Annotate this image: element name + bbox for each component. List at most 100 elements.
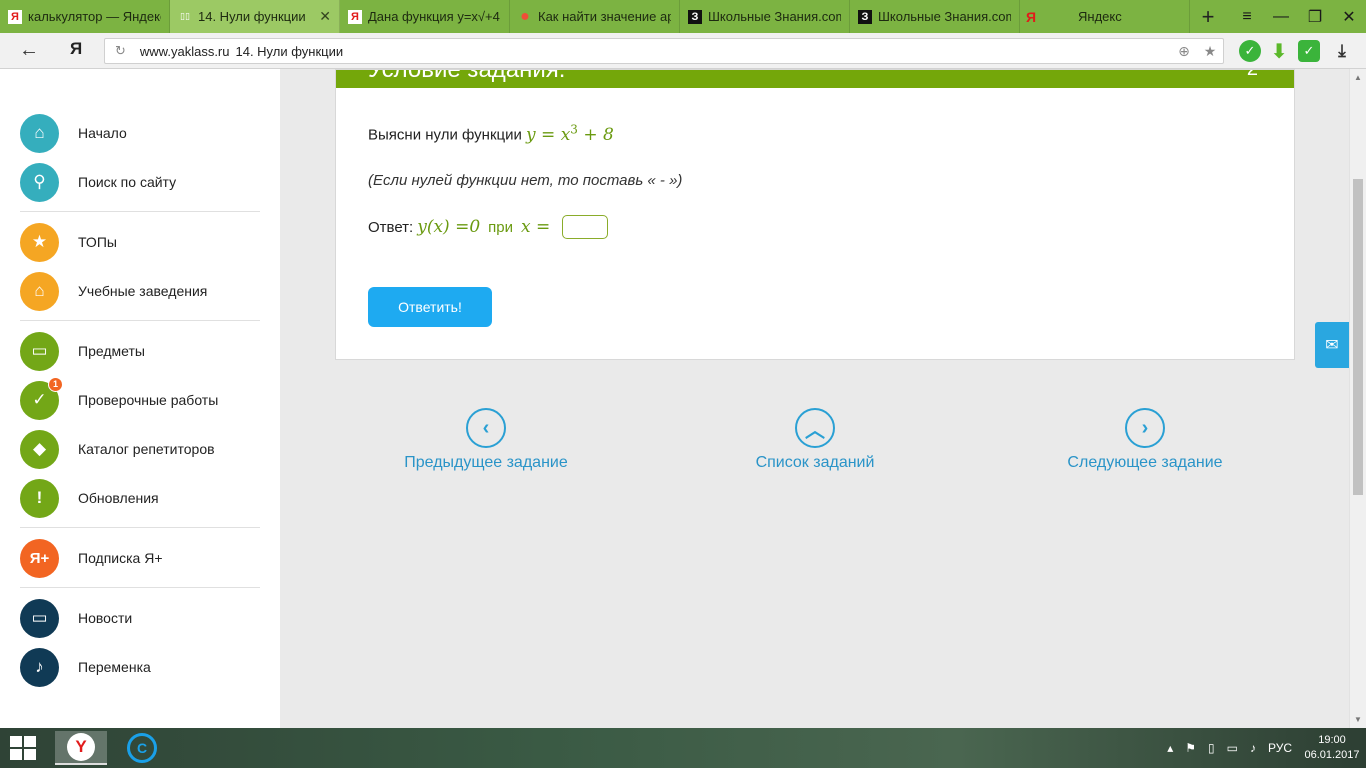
sidebar-item-news[interactable]: ▭ Новости — [20, 598, 132, 638]
tab-yandex[interactable]: Я Яндекс — [1020, 0, 1190, 33]
tab-kak-naiti[interactable]: ● Как найти значение ар — [510, 0, 680, 33]
sidebar-item-label: Учебные заведения — [78, 283, 208, 299]
flag-icon[interactable]: ⚑ — [1185, 741, 1196, 755]
scrollbar-thumb[interactable] — [1353, 179, 1363, 495]
prev-task-label: Предыдущее задание — [404, 454, 568, 471]
downloads-icon[interactable]: ⤓ — [1331, 40, 1353, 62]
answer-x: x = — [521, 217, 551, 237]
answer-input[interactable] — [562, 215, 609, 239]
sidebar-item-updates[interactable]: ! Обновления — [20, 478, 159, 518]
sidebar-item-label: Новости — [78, 610, 133, 626]
address-input[interactable]: ↻ www.yaklass.ru 14. Нули функции ⊕ ★ — [104, 38, 1224, 64]
tab-dana-funkcia[interactable]: Я Дана функция y=x√+4 — [340, 0, 510, 33]
page-content: ⌂ Начало ⚲ Поиск по сайту ★ ТОПы ⌂ Учебн… — [0, 69, 1366, 728]
znania-favicon-icon: З — [688, 9, 702, 24]
new-tab-button[interactable]: + — [1195, 0, 1221, 33]
yandex-browser-taskbar-app[interactable]: Y — [55, 731, 107, 765]
task-points: 2 — [1247, 70, 1258, 81]
bookmark-star-icon[interactable]: ★ — [1197, 43, 1223, 60]
tray-expand-icon[interactable]: ▴ — [1167, 741, 1173, 755]
sidebar-item-home[interactable]: ⌂ Начало — [20, 113, 127, 153]
yandex-logo[interactable]: Я — [70, 39, 82, 59]
close-window-icon[interactable]: ✕ — [1332, 7, 1366, 27]
answer-label: Ответ: — [368, 218, 414, 236]
submit-button[interactable]: Ответить! — [368, 287, 492, 327]
next-task-label: Следующее задание — [1067, 454, 1223, 471]
sidebar: ⌂ Начало ⚲ Поиск по сайту ★ ТОПы ⌂ Учебн… — [0, 69, 280, 728]
address-bar-row: ← Я ↻ www.yaklass.ru 14. Нули функции ⊕ … — [0, 33, 1366, 69]
chevron-right-icon: › — [1125, 408, 1165, 448]
url-page-title: 14. Нули функции — [235, 43, 344, 59]
sidebar-item-break[interactable]: ♪ Переменка — [20, 647, 151, 687]
tab-title: Школьные Знания.com — [708, 9, 841, 24]
scroll-up-icon[interactable]: ▲ — [1354, 73, 1362, 82]
language-indicator[interactable]: РУС — [1268, 741, 1292, 755]
book-icon: ▭ — [20, 331, 59, 371]
sidebar-item-tutors[interactable]: ◆ Каталог репетиторов — [20, 429, 215, 469]
bell-icon: ♪ — [20, 647, 59, 687]
ccleaner-taskbar-app[interactable]: C — [116, 731, 168, 765]
sidebar-item-label: ТОПы — [78, 234, 117, 250]
tab-title: 14. Нули функции — [198, 9, 306, 24]
sidebar-item-schools[interactable]: ⌂ Учебные заведения — [20, 271, 207, 311]
back-arrow-icon[interactable]: ← — [18, 39, 40, 61]
network-icon[interactable]: ▭ — [1227, 741, 1238, 755]
device-icon[interactable]: ▯ — [1208, 741, 1215, 755]
system-tray: ▴ ⚑ ▯ ▭ ♪ РУС 19:00 06.01.2017 — [1161, 728, 1366, 768]
tab-title: Школьные Знания.com — [878, 9, 1011, 24]
sidebar-item-tests[interactable]: ✓ 1 Проверочные работы — [20, 376, 218, 420]
yandex-browser-icon: Y — [67, 733, 95, 761]
scrollbar[interactable]: ▲ ▼ — [1349, 69, 1366, 728]
sidebar-item-subscription[interactable]: Я+ Подписка Я+ — [20, 538, 163, 578]
download-green-icon[interactable]: ⬇ — [1268, 40, 1290, 63]
tab-nuli-funkcii[interactable]: ▯▯ 14. Нули функции ✕ — [170, 0, 340, 33]
sidebar-divider — [20, 320, 260, 321]
sidebar-item-subjects[interactable]: ▭ Предметы — [20, 331, 145, 371]
sidebar-item-label: Подписка Я+ — [78, 550, 163, 566]
check-extension-icon[interactable]: ✓ — [1239, 40, 1261, 62]
scroll-down-icon[interactable]: ▼ — [1354, 715, 1362, 724]
chevron-up-icon: ︿ — [795, 408, 835, 448]
tab-calculator[interactable]: Я калькулятор — Яндекс — [0, 0, 170, 33]
yandex-favicon-icon: Я — [1025, 8, 1037, 25]
sidebar-item-label: Начало — [78, 125, 127, 141]
answer-row: Ответ: y(x) =0 при x = — [368, 215, 609, 239]
notification-badge: 1 — [48, 376, 63, 392]
tab-bar: Я калькулятор — Яндекс ▯▯ 14. Нули функц… — [0, 0, 1366, 33]
building-icon: ⌂ — [20, 271, 59, 311]
sidebar-divider — [20, 527, 260, 528]
yandex-favicon-icon: Я — [348, 9, 362, 24]
close-tab-icon[interactable]: ✕ — [319, 8, 331, 25]
task-header: Условие задания: 2 — [336, 70, 1294, 88]
menu-icon[interactable]: ≡ — [1230, 8, 1264, 26]
task-list-label: Список заданий — [755, 454, 875, 471]
shield-extension-icon[interactable]: ✓ — [1298, 40, 1320, 62]
clock[interactable]: 19:00 06.01.2017 — [1298, 733, 1366, 763]
question: Выясни нули функции y = x3 + 8 — [368, 122, 614, 145]
restore-icon[interactable]: ❐ — [1298, 7, 1332, 27]
sidebar-item-label: Каталог репетиторов — [78, 441, 215, 457]
ya-plus-icon: Я+ — [20, 538, 59, 578]
taskbar: Y C ▴ ⚑ ▯ ▭ ♪ РУС 19:00 06.01.2017 — [0, 728, 1366, 768]
sidebar-item-tops[interactable]: ★ ТОПы — [20, 222, 117, 262]
function-formula: y = x3 + 8 — [526, 122, 614, 145]
search-icon: ⚲ — [20, 162, 59, 202]
volume-icon[interactable]: ♪ — [1250, 741, 1256, 755]
tab-title: калькулятор — Яндекс — [28, 9, 161, 24]
exclamation-icon: ! — [20, 478, 59, 518]
window-controls: ≡ — ❐ ✕ — [1230, 0, 1366, 33]
translate-icon[interactable]: ⊕ — [1171, 43, 1197, 60]
windows-start-icon[interactable] — [10, 736, 38, 760]
tab-znania-1[interactable]: З Школьные Знания.com — [680, 0, 850, 33]
tab-znania-2[interactable]: З Школьные Знания.com — [850, 0, 1020, 33]
next-task-button[interactable]: › Следующее задание — [1055, 408, 1235, 472]
minimize-icon[interactable]: — — [1264, 8, 1298, 26]
prev-task-button[interactable]: ‹ Предыдущее задание — [396, 408, 576, 472]
sidebar-divider — [20, 587, 260, 588]
feedback-mail-icon[interactable]: ✉ — [1315, 322, 1349, 368]
task-list-button[interactable]: ︿ Список заданий — [735, 408, 895, 472]
znania-favicon-icon: З — [858, 9, 872, 24]
yandex-favicon-icon: Я — [8, 9, 22, 24]
reload-icon[interactable]: ↻ — [115, 43, 126, 59]
sidebar-item-search[interactable]: ⚲ Поиск по сайту — [20, 162, 176, 202]
